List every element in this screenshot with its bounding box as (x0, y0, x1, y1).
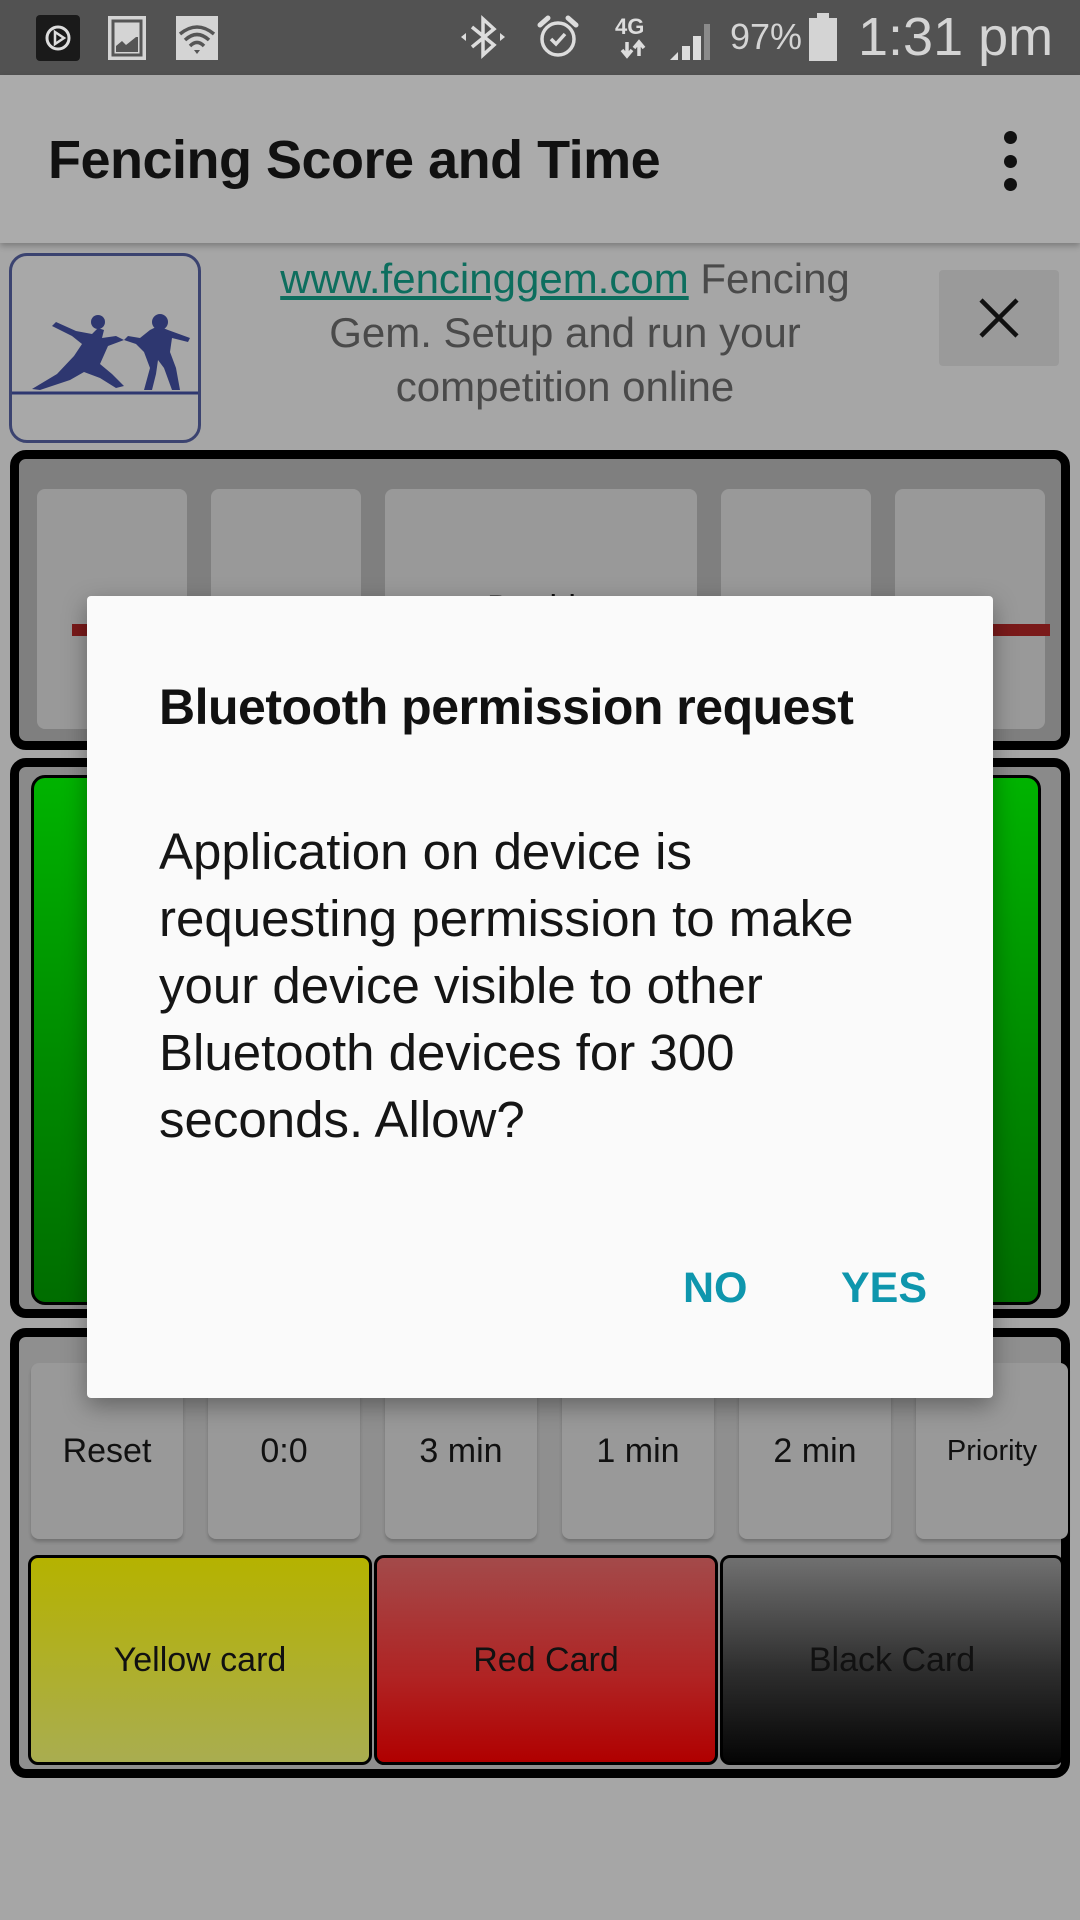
ad-link[interactable]: www.fencinggem.com (280, 255, 689, 302)
battery-icon (808, 13, 838, 61)
signal-icon (664, 14, 714, 60)
dialog-message: Application on device is requesting perm… (159, 823, 854, 1148)
close-icon[interactable] (939, 270, 1059, 366)
dialog-title: Bluetooth permission request (159, 679, 854, 735)
status-bar: 4G 97% 1:31 pm (0, 0, 1080, 75)
yes-button[interactable]: YES (841, 1264, 927, 1313)
svg-text:4G: 4G (615, 14, 644, 39)
media-app-icon (36, 15, 80, 61)
bluetooth-permission-dialog: Bluetooth permission request Application… (87, 596, 993, 1398)
yellow-card-button[interactable]: Yellow card (28, 1555, 372, 1765)
app-title: Fencing Score and Time (48, 130, 661, 190)
ad-text: www.fencinggem.com Fencing Gem. Setup an… (230, 252, 900, 414)
red-card-button[interactable]: Red Card (374, 1555, 718, 1765)
clock: 1:31 pm (858, 7, 1054, 67)
no-button[interactable]: NO (683, 1264, 748, 1313)
wifi-icon (176, 16, 218, 60)
battery-percent: 97% (730, 16, 803, 57)
bluetooth-icon (455, 14, 511, 60)
app-bar: Fencing Score and Time (0, 75, 1080, 243)
black-card-button[interactable]: Black Card (720, 1555, 1064, 1765)
gallery-icon (108, 16, 146, 60)
4g-data-icon: 4G (608, 14, 658, 60)
alarm-icon (530, 14, 586, 60)
more-vert-icon[interactable] (990, 131, 1030, 191)
fencers-logo-icon[interactable] (9, 253, 201, 443)
